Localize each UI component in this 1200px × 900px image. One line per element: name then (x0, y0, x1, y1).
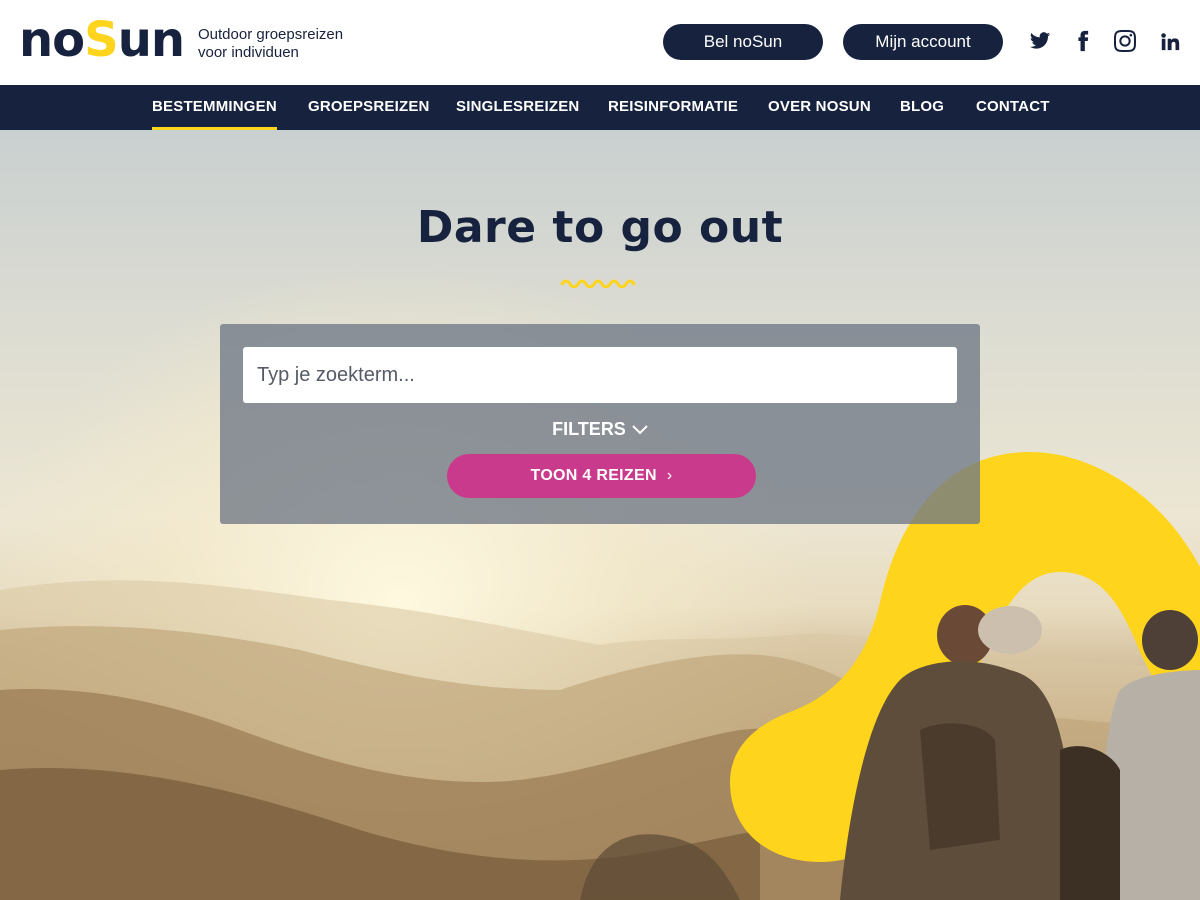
linkedin-icon[interactable] (1158, 29, 1182, 53)
nav-item-blog[interactable]: BLOG (900, 85, 944, 130)
nav-item-reisinformatie[interactable]: REISINFORMATIE (608, 85, 738, 130)
logo-wordmark: noSun (19, 12, 185, 68)
tagline: Outdoor groepsreizen voor individuen (198, 26, 368, 62)
chevron-right-icon: › (666, 467, 673, 484)
hero-section: Dare to go out FILTERS TOON 4 REIZEN › (0, 130, 1200, 900)
filters-label: FILTERS (552, 419, 626, 439)
nav-item-over-nosun[interactable]: OVER NOSUN (768, 85, 871, 130)
filters-toggle[interactable]: FILTERS (220, 419, 980, 440)
instagram-icon[interactable] (1113, 29, 1137, 53)
twitter-icon[interactable] (1028, 29, 1052, 53)
search-panel: FILTERS TOON 4 REIZEN › (220, 324, 980, 524)
squiggle-decoration (560, 279, 636, 288)
main-navigation: BESTEMMINGEN GROEPSREIZEN SINGLESREIZEN … (0, 85, 1200, 130)
nav-item-contact[interactable]: CONTACT (976, 85, 1050, 130)
hero-title: Dare to go out (416, 202, 784, 253)
nav-item-singlesreizen[interactable]: SINGLESREIZEN (456, 85, 579, 130)
nosun-logo[interactable]: noSun (19, 12, 185, 68)
nav-item-groepsreizen[interactable]: GROEPSREIZEN (308, 85, 430, 130)
call-nosun-button[interactable]: Bel noSun (663, 24, 823, 60)
chevron-down-icon (632, 425, 648, 435)
show-trips-button[interactable]: TOON 4 REIZEN › (447, 454, 756, 498)
nav-item-bestemmingen[interactable]: BESTEMMINGEN (152, 85, 277, 130)
tagline-line-2: voor individuen (198, 44, 299, 61)
hikers-photo (840, 605, 1200, 900)
site-header: noSun Outdoor groepsreizen voor individu… (0, 0, 1200, 85)
facebook-icon[interactable] (1071, 29, 1095, 53)
search-input[interactable] (243, 347, 957, 403)
tagline-line-1: Outdoor groepsreizen (198, 26, 344, 43)
show-trips-label: TOON 4 REIZEN (530, 467, 657, 484)
my-account-button[interactable]: Mijn account (843, 24, 1003, 60)
